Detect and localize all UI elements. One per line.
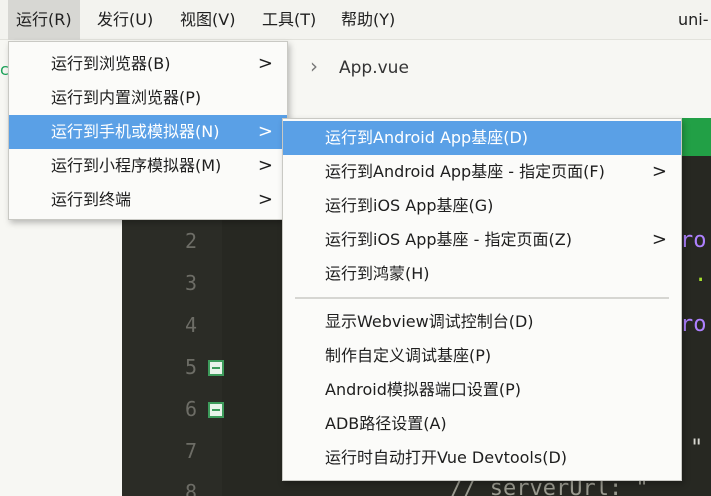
line-number: 4	[184, 313, 197, 337]
chevron-right-icon: >	[651, 229, 667, 250]
menu-item-custom-debug-base[interactable]: 制作自定义调试基座(P)	[283, 339, 681, 373]
menu-item-run-to-terminal[interactable]: 运行到终端 >	[9, 183, 287, 217]
fold-collapse-icon[interactable]	[208, 360, 224, 376]
menu-item-label: 运行到浏览器(B)	[51, 54, 171, 73]
device-submenu: 运行到Android App基座(D) 运行到Android App基座 - 指…	[282, 118, 682, 481]
menu-item-label: 运行到iOS App基座(G)	[325, 196, 494, 215]
menu-item-ios-base[interactable]: 运行到iOS App基座(G)	[283, 189, 681, 223]
code-fragment: ro	[680, 312, 707, 337]
menubar-run[interactable]: 运行(R)	[8, 0, 80, 40]
line-number: 2	[184, 229, 197, 253]
menu-item-adb-path[interactable]: ADB路径设置(A)	[283, 407, 681, 441]
menu-item-label: 运行到小程序模拟器(M)	[51, 156, 222, 175]
menu-item-label: 运行到iOS App基座 - 指定页面(Z)	[325, 230, 572, 249]
menubar-release[interactable]: 发行(U)	[89, 0, 161, 40]
menu-item-run-to-browser[interactable]: 运行到浏览器(B) >	[9, 47, 287, 81]
menu-separator	[295, 297, 669, 299]
line-number: 3	[184, 271, 197, 295]
run-menu: 运行到浏览器(B) > 运行到内置浏览器(P) 运行到手机或模拟器(N) > 运…	[8, 41, 288, 220]
menu-item-webview-console[interactable]: 显示Webview调试控制台(D)	[283, 305, 681, 339]
menu-item-android-base[interactable]: 运行到Android App基座(D)	[283, 121, 681, 155]
menu-item-label: 运行到Android App基座(D)	[325, 128, 529, 147]
code-fragment: ro	[680, 228, 707, 253]
line-number: 5	[184, 355, 197, 379]
menu-item-label: 运行到Android App基座 - 指定页面(F)	[325, 162, 605, 181]
chevron-right-icon: >	[257, 121, 273, 142]
menu-item-label: ADB路径设置(A)	[325, 414, 447, 433]
app-title: uni-	[678, 10, 709, 29]
menu-item-ios-base-page[interactable]: 运行到iOS App基座 - 指定页面(Z) >	[283, 223, 681, 257]
code-fragment: "	[690, 436, 704, 461]
menu-item-label: 运行到终端	[51, 190, 132, 209]
menu-item-run-to-builtin-browser[interactable]: 运行到内置浏览器(P)	[9, 81, 287, 115]
fold-collapse-icon[interactable]	[208, 402, 224, 418]
menu-item-label: 运行时自动打开Vue Devtools(D)	[325, 448, 568, 467]
chevron-right-icon: >	[257, 189, 273, 210]
menu-item-label: 运行到内置浏览器(P)	[51, 88, 202, 107]
line-number: 8	[184, 480, 197, 496]
menu-item-label: 运行到鸿蒙(H)	[325, 264, 430, 283]
menu-item-label: Android模拟器端口设置(P)	[325, 380, 521, 399]
menu-item-android-base-page[interactable]: 运行到Android App基座 - 指定页面(F) >	[283, 155, 681, 189]
code-fragment: ·	[694, 268, 708, 293]
menu-item-run-to-device[interactable]: 运行到手机或模拟器(N) >	[9, 115, 287, 149]
menu-item-emulator-port[interactable]: Android模拟器端口设置(P)	[283, 373, 681, 407]
file-tab-app-vue[interactable]: App.vue	[339, 58, 409, 78]
chevron-right-icon: >	[257, 53, 273, 74]
menubar-tools[interactable]: 工具(T)	[254, 0, 324, 40]
toolbar-accent-strip	[682, 118, 711, 156]
menu-item-vue-devtools[interactable]: 运行时自动打开Vue Devtools(D)	[283, 441, 681, 475]
menu-item-harmony[interactable]: 运行到鸿蒙(H)	[283, 257, 681, 291]
menu-bar: 运行(R) 发行(U) 视图(V) 工具(T) 帮助(Y) uni-	[0, 0, 711, 40]
menu-item-label: 运行到手机或模拟器(N)	[51, 122, 220, 141]
chevron-right-icon: ›	[310, 54, 318, 78]
line-number: 6	[184, 397, 197, 421]
menu-item-run-to-miniprogram[interactable]: 运行到小程序模拟器(M) >	[9, 149, 287, 183]
chevron-right-icon: >	[651, 161, 667, 182]
menubar-view[interactable]: 视图(V)	[172, 0, 243, 40]
line-number: 7	[184, 439, 197, 463]
menubar-help[interactable]: 帮助(Y)	[333, 0, 403, 40]
menu-item-label: 显示Webview调试控制台(D)	[325, 312, 534, 331]
chevron-right-icon: >	[257, 155, 273, 176]
menu-item-label: 制作自定义调试基座(P)	[325, 346, 492, 365]
